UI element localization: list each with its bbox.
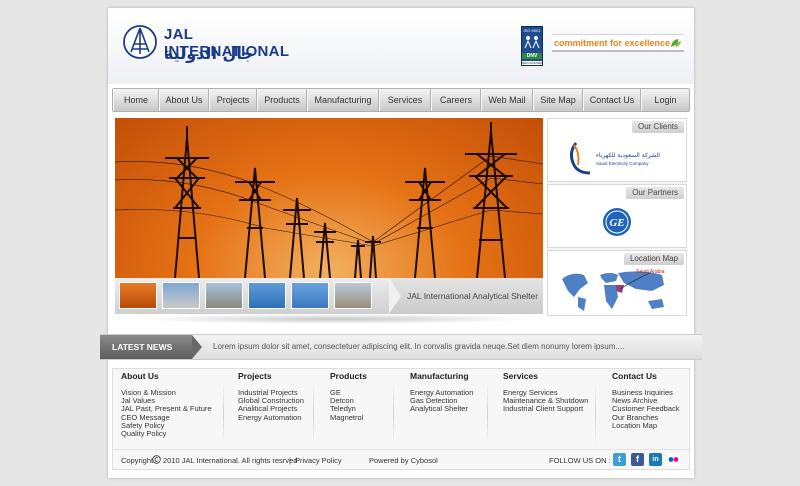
footer-link[interactable]: Industrial Client Support bbox=[503, 405, 588, 413]
thumbnail-6[interactable] bbox=[334, 282, 372, 309]
twitter-icon[interactable]: t bbox=[613, 453, 626, 466]
footer-col-title[interactable]: Products bbox=[330, 371, 367, 381]
nav-login[interactable]: Login bbox=[641, 89, 689, 111]
copyright-icon bbox=[152, 455, 161, 464]
thumbnail-4[interactable] bbox=[248, 282, 286, 309]
footer-link[interactable]: Magnetrol bbox=[330, 413, 367, 422]
power-towers-illustration bbox=[115, 122, 543, 278]
slide-caption-text: JAL International Analytical Shelter bbox=[407, 291, 539, 301]
nav-about-us[interactable]: About Us bbox=[159, 89, 209, 111]
footer-col-contact: Contact Us Business Inquiries News Archi… bbox=[612, 371, 680, 430]
nav-projects[interactable]: Projects bbox=[209, 89, 257, 111]
map-pin-label: Saudi Arabia bbox=[636, 269, 665, 275]
footer: About Us Vision & Mission Jal Values JAL… bbox=[112, 368, 690, 470]
privacy-policy-link[interactable]: Privacy Policy bbox=[295, 456, 342, 465]
footer-separator bbox=[487, 383, 488, 445]
cert-top-text: ISO 9001 bbox=[523, 28, 541, 33]
footer-separator bbox=[223, 383, 224, 445]
jal-logo-icon bbox=[123, 25, 157, 59]
footer-col-title[interactable]: About Us bbox=[121, 371, 212, 381]
page: JAL INTERNATIONAL جال الدولية ISO 9001 D… bbox=[100, 8, 702, 478]
thumbnail-2[interactable] bbox=[162, 282, 200, 309]
nav-web-mail[interactable]: Web Mail bbox=[481, 89, 533, 111]
banner-shadow bbox=[135, 314, 535, 324]
footer-link[interactable]: Quality Policy bbox=[121, 429, 212, 438]
hero-banner: JAL International Analytical Shelter bbox=[115, 118, 543, 324]
nav-home[interactable]: Home bbox=[113, 89, 159, 111]
powered-by-text[interactable]: Powered by Cybosol bbox=[369, 456, 438, 465]
footer-col-about: About Us Vision & Mission Jal Values JAL… bbox=[121, 371, 212, 438]
thumbnail-1[interactable] bbox=[119, 282, 157, 309]
cert-people-icon bbox=[524, 36, 540, 49]
slider-thumbnails: JAL International Analytical Shelter bbox=[115, 278, 543, 314]
sidebar: Our Clients الشركة السعودية للكهرباء Sau… bbox=[547, 118, 687, 316]
thumbnail-5[interactable] bbox=[291, 282, 329, 309]
tagline-text: commitment for excellence bbox=[554, 38, 671, 48]
brand-name-ar: جال الدولية bbox=[164, 44, 254, 63]
thumbnail-3[interactable] bbox=[205, 282, 243, 309]
footer-col-products: Products GE Detcon Teledyn Magnetrol bbox=[330, 371, 367, 422]
cert-dnv-text: DNV bbox=[522, 53, 542, 59]
footer-link[interactable]: Energy Automation bbox=[238, 413, 304, 422]
nav-contact-us[interactable]: Contact Us bbox=[583, 89, 641, 111]
footer-col-services: Services Energy Services Maintenance & S… bbox=[503, 371, 588, 414]
footer-link[interactable]: Location Map bbox=[612, 421, 680, 430]
site-logo[interactable]: JAL INTERNATIONAL جال الدولية bbox=[122, 24, 312, 68]
copyright-text: 2010 JAL International. All rights resrv… bbox=[163, 456, 298, 465]
dnv-certification-badge: ISO 9001 DNV RECOGNISED bbox=[521, 26, 543, 66]
footer-col-projects: Projects Industrial Projects Global Cons… bbox=[238, 371, 304, 422]
sec-logo-icon[interactable]: الشركة السعودية للكهرباء Saudi Electrici… bbox=[566, 139, 670, 179]
location-title: Location Map bbox=[623, 253, 684, 265]
news-arrow-icon bbox=[192, 335, 202, 359]
sec-logo-en: Saudi Electricity Company bbox=[596, 161, 649, 166]
linkedin-icon[interactable]: in bbox=[649, 453, 662, 466]
copyright-prefix: Copyright bbox=[121, 456, 154, 465]
slide-caption-bar: JAL International Analytical Shelter bbox=[389, 278, 543, 314]
footer-col-title[interactable]: Manufacturing bbox=[410, 371, 473, 381]
partners-title: Our Partners bbox=[626, 187, 684, 199]
world-map-icon[interactable]: Saudi Arabia bbox=[558, 267, 678, 315]
header: JAL INTERNATIONAL جال الدولية ISO 9001 D… bbox=[108, 8, 694, 84]
facebook-icon[interactable]: f bbox=[631, 453, 644, 466]
clients-box: Our Clients الشركة السعودية للكهرباء Sau… bbox=[547, 118, 687, 182]
flickr-icon[interactable] bbox=[667, 453, 680, 466]
nav-manufacturing[interactable]: Manufacturing bbox=[307, 89, 379, 111]
sec-logo-ar: الشركة السعودية للكهرباء bbox=[596, 152, 660, 159]
footer-col-title[interactable]: Contact Us bbox=[612, 371, 680, 381]
caption-arrow-icon bbox=[389, 278, 401, 314]
clients-title: Our Clients bbox=[631, 121, 684, 133]
latest-news-label: LATEST NEWS bbox=[100, 335, 192, 359]
footer-separator bbox=[313, 383, 314, 445]
footer-divider: | bbox=[289, 456, 291, 465]
follow-us-label: FOLLOW US ON : bbox=[549, 456, 611, 465]
latest-news-ticker: LATEST NEWS Lorem ipsum dolor sit amet, … bbox=[100, 334, 702, 360]
footer-col-title[interactable]: Projects bbox=[238, 371, 304, 381]
hero-slide-image[interactable] bbox=[115, 118, 543, 278]
footer-separator bbox=[393, 383, 394, 445]
location-box: Location Map Saudi Arabia bbox=[547, 250, 687, 316]
latest-news-text[interactable]: Lorem ipsum dolor sit amet, consectetuer… bbox=[213, 335, 624, 359]
nav-careers[interactable]: Careers bbox=[431, 89, 481, 111]
cert-bottom-text: RECOGNISED bbox=[522, 61, 543, 65]
tagline-bar: commitment for excellence bbox=[552, 34, 684, 52]
ge-logo-text: GE bbox=[609, 217, 624, 229]
leaf-icon bbox=[671, 39, 681, 47]
footer-separator bbox=[595, 383, 596, 445]
nav-products[interactable]: Products bbox=[257, 89, 307, 111]
main-nav: Home About Us Projects Products Manufact… bbox=[112, 88, 690, 112]
footer-col-manufacturing: Manufacturing Energy Automation Gas Dete… bbox=[410, 371, 473, 414]
partners-box: Our Partners GE bbox=[547, 184, 687, 248]
nav-services[interactable]: Services bbox=[379, 89, 431, 111]
nav-site-map[interactable]: Site Map bbox=[533, 89, 583, 111]
ge-logo-icon[interactable]: GE bbox=[602, 207, 632, 237]
footer-col-title[interactable]: Services bbox=[503, 371, 588, 381]
footer-bottom-bar: Copyright 2010 JAL International. All ri… bbox=[113, 449, 689, 469]
footer-link[interactable]: Analytical Shelter bbox=[410, 405, 473, 413]
